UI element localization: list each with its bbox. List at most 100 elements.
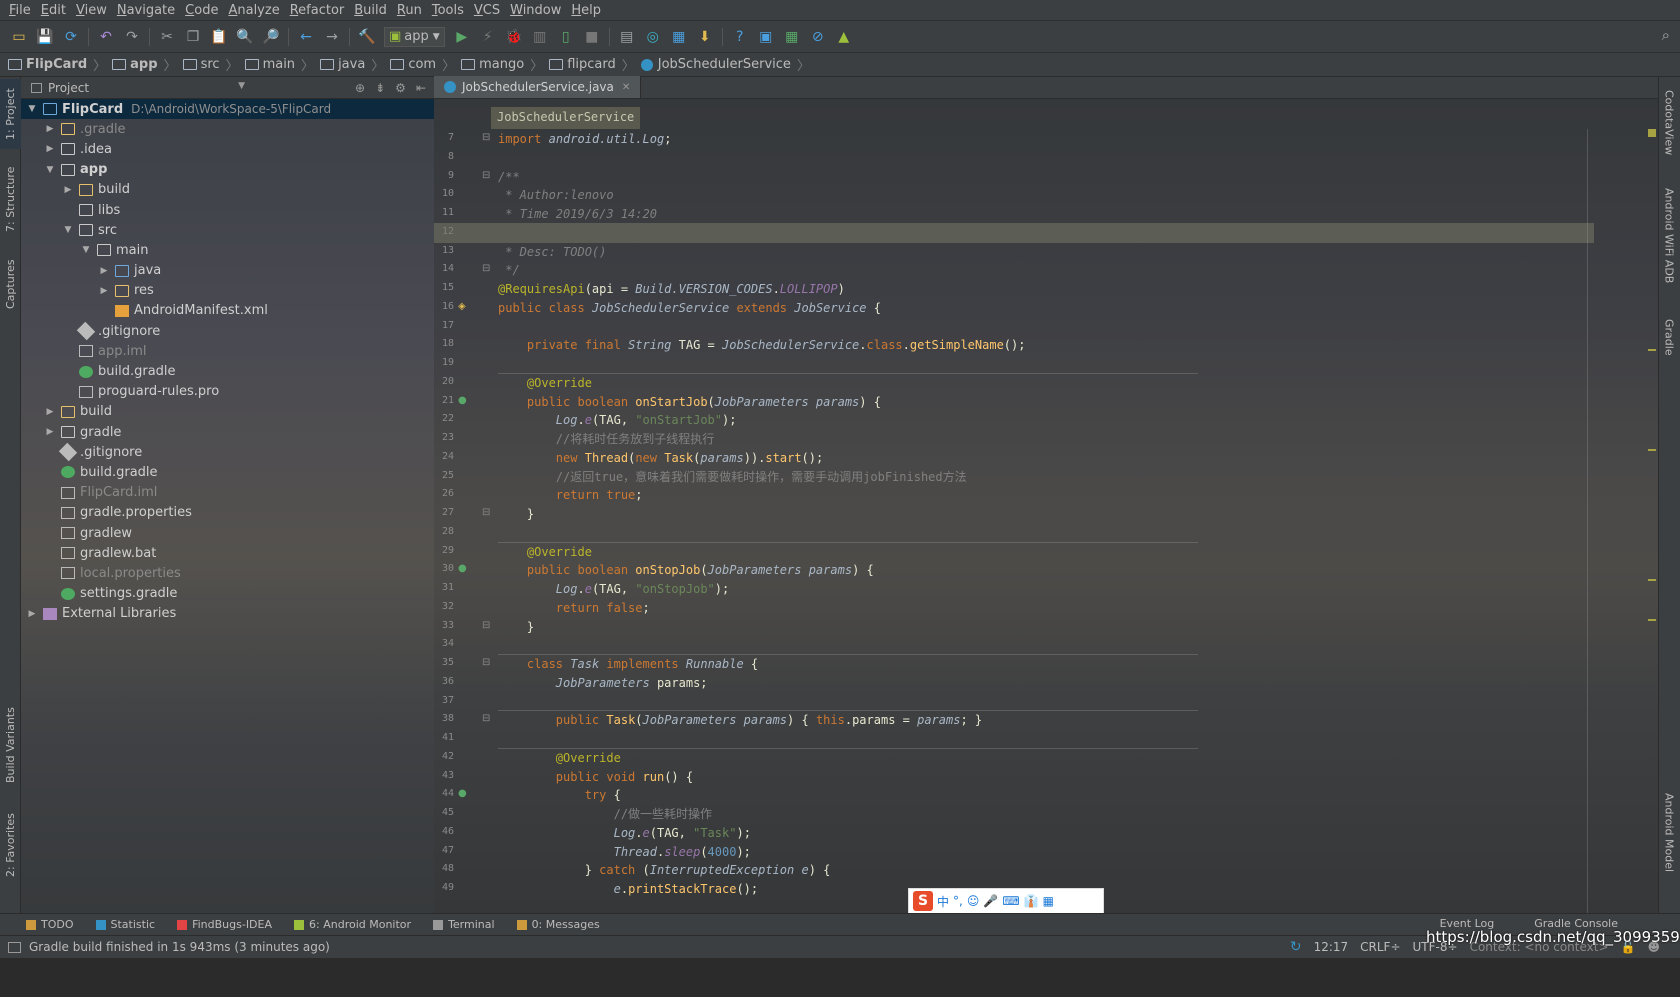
code-line[interactable]: * Desc: TODO() (498, 242, 606, 262)
gear-icon[interactable]: ⚙ (395, 81, 406, 95)
fold-icon[interactable]: ⊟ (482, 713, 490, 724)
fold-icon[interactable]: ⊟ (482, 620, 490, 631)
tab-project[interactable]: 1: Project (0, 79, 21, 149)
code-line[interactable]: @Override (498, 748, 621, 768)
replace-icon[interactable]: 🔎 (260, 26, 282, 48)
tree-item[interactable]: gradle.properties (21, 503, 434, 523)
code-line[interactable]: Log.e(TAG, "onStartJob"); (498, 410, 737, 430)
tab-terminal[interactable]: Terminal (433, 918, 495, 931)
tree-item[interactable]: gradlew.bat (21, 543, 434, 563)
breadcrumb-flipcard-pkg[interactable]: flipcard 〉 (549, 55, 635, 74)
forward-icon[interactable]: → (321, 26, 343, 48)
expand-arrow-down-icon[interactable]: ▼ (79, 245, 93, 255)
fold-icon[interactable]: ⊟ (482, 170, 490, 181)
debug-icon[interactable]: 🐞 (503, 26, 525, 48)
tab-favorites[interactable]: 2: Favorites (0, 805, 21, 885)
sdk-manager-icon[interactable]: ⬇ (694, 26, 716, 48)
expand-arrow-right-icon[interactable]: ▶ (61, 185, 75, 195)
project-view-selector[interactable]: Project (48, 81, 238, 95)
breadcrumb-src[interactable]: src 〉 (182, 55, 239, 74)
tree-item[interactable]: ▶ gradle (21, 422, 434, 442)
status-message[interactable]: Gradle build finished in 1s 943ms (3 min… (29, 940, 330, 954)
code-line[interactable]: e.printStackTrace(); (498, 879, 759, 899)
tree-item[interactable]: ▶ build (21, 180, 434, 200)
tab-jobschedulerservice[interactable]: JobSchedulerService.java ✕ (434, 76, 642, 98)
editor-scrollbar[interactable] (1648, 129, 1658, 955)
ime-button[interactable]: ▦ (1043, 894, 1054, 908)
code-line[interactable]: try { (498, 785, 621, 805)
menu-file[interactable]: File (4, 3, 36, 18)
back-icon[interactable]: ← (295, 26, 317, 48)
tree-item[interactable]: ▼ FlipCard D:\Android\WorkSpace-5\FlipCard (21, 99, 434, 120)
collapse-all-icon[interactable]: ⇟ (375, 81, 385, 95)
tree-item[interactable]: AndroidManifest.xml (21, 301, 434, 321)
project-structure-icon[interactable]: ▦ (668, 26, 690, 48)
layout-inspector-icon[interactable]: ▦ (781, 26, 803, 48)
close-icon[interactable]: ✕ (622, 82, 630, 93)
code-line[interactable]: return true; (498, 485, 643, 505)
ime-button[interactable]: 🎤 (983, 894, 998, 908)
undo-icon[interactable]: ↶ (95, 26, 117, 48)
help-icon[interactable]: ? (729, 26, 751, 48)
expand-arrow-down-icon[interactable]: ▼ (43, 165, 57, 175)
attach-debugger-icon[interactable]: ▯ (555, 26, 577, 48)
no-entry-icon[interactable]: ⊘ (807, 26, 829, 48)
avd-manager-icon[interactable]: ▤ (616, 26, 638, 48)
breadcrumb-mango[interactable]: mango 〉 (461, 55, 543, 74)
expand-arrow-right-icon[interactable]: ▶ (43, 144, 57, 154)
code-line[interactable]: public boolean onStopJob(JobParameters p… (498, 560, 874, 580)
make-project-icon[interactable]: 🔨 (356, 26, 378, 48)
tab-gradle[interactable]: Gradle (1658, 309, 1680, 365)
code-line[interactable]: public class JobSchedulerService extends… (498, 298, 881, 318)
sync-gradle-icon[interactable]: ◎ (642, 26, 664, 48)
tree-item[interactable]: ▼ app (21, 160, 434, 180)
implements-icon[interactable]: ◈ (458, 301, 466, 312)
tree-item[interactable]: settings.gradle (21, 584, 434, 604)
code-line[interactable]: * Author:lenovo (498, 185, 613, 205)
tree-item[interactable]: ▶ .idea (21, 139, 434, 159)
breadcrumb-class[interactable]: JobSchedulerService 〉 (640, 55, 810, 74)
expand-arrow-right-icon[interactable]: ▶ (43, 124, 57, 134)
code-line[interactable]: //做一些耗时操作 (498, 804, 712, 824)
ime-button[interactable]: 👔 (1024, 894, 1039, 908)
tab-build-variants[interactable]: Build Variants (0, 697, 21, 793)
tab-captures[interactable]: Captures (0, 249, 21, 319)
menu-tools[interactable]: Tools (427, 3, 469, 18)
breadcrumb-flipcard[interactable]: FlipCard 〉 (8, 55, 106, 74)
tree-item[interactable]: ▶ build (21, 402, 434, 422)
code-line[interactable]: Log.e(TAG, "onStopJob"); (498, 579, 729, 599)
breadcrumb-main[interactable]: main 〉 (244, 55, 314, 74)
code-line[interactable]: return false; (498, 598, 650, 618)
tree-item[interactable]: ▼ src (21, 220, 434, 240)
scroll-from-source-icon[interactable]: ⊕ (355, 81, 365, 95)
menu-analyze[interactable]: Analyze (223, 3, 284, 18)
tab-todo[interactable]: TODO (26, 918, 74, 931)
profile-icon[interactable]: ▥ (529, 26, 551, 48)
fold-icon[interactable]: ⊟ (482, 263, 490, 274)
tab-findbugs-idea[interactable]: FindBugs-IDEA (177, 918, 272, 931)
tab-codota[interactable]: CodotaView (1658, 83, 1680, 163)
tree-item[interactable]: .gitignore (21, 442, 434, 462)
ime-button[interactable]: ⌨ (1002, 894, 1019, 908)
tree-item[interactable]: libs (21, 200, 434, 220)
code-line[interactable]: class Task implements Runnable { (498, 654, 758, 674)
tab-statistic[interactable]: Statistic (95, 918, 155, 931)
menu-view[interactable]: View (71, 3, 112, 18)
menu-edit[interactable]: Edit (36, 3, 71, 18)
tree-item[interactable]: ▶ res (21, 281, 434, 301)
expand-arrow-right-icon[interactable]: ▶ (97, 266, 111, 276)
caret-position[interactable]: 12:17 (1314, 940, 1349, 954)
breadcrumb-com[interactable]: com 〉 (390, 55, 455, 74)
fold-icon[interactable]: ⊟ (482, 132, 490, 143)
fold-icon[interactable]: ⊟ (482, 657, 490, 668)
code-line[interactable]: private final String TAG = JobSchedulerS… (498, 335, 1026, 355)
code-line[interactable]: public boolean onStartJob(JobParameters … (498, 392, 881, 412)
hide-panel-icon[interactable]: ⇤ (416, 81, 426, 95)
code-line[interactable]: JobParameters params; (498, 673, 708, 693)
ime-button[interactable]: ☺ (967, 894, 980, 908)
menu-help[interactable]: Help (566, 3, 606, 18)
override-icon[interactable]: ● (458, 788, 467, 799)
code-line[interactable]: @Override (498, 373, 592, 393)
copy-icon[interactable]: ❐ (182, 26, 204, 48)
device-monitor-icon[interactable]: ▣ (755, 26, 777, 48)
